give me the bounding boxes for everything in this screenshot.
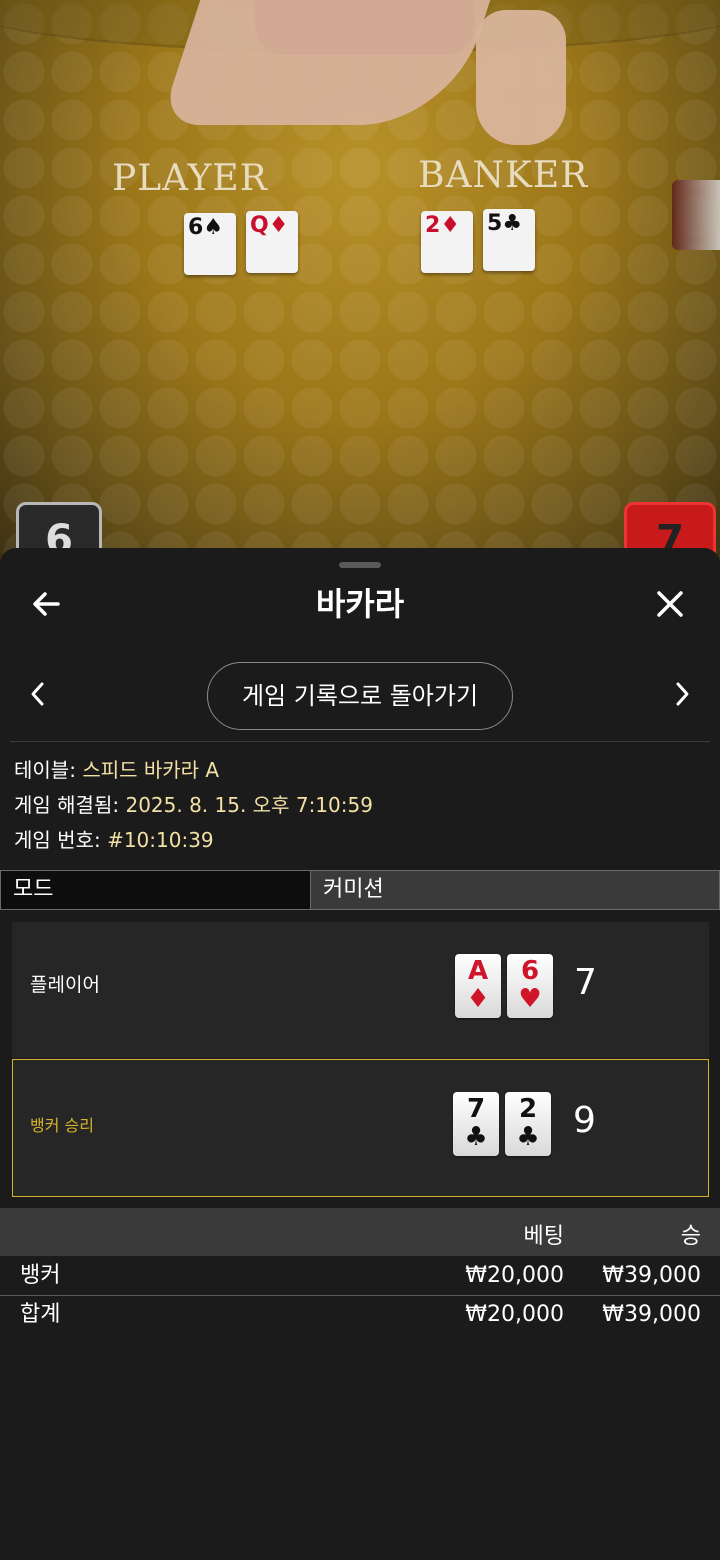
- bet-row-bet: ₩20,000: [465, 1263, 564, 1288]
- player-result-card-2: 6 ♥: [507, 954, 553, 1018]
- card-shoe: [672, 180, 720, 250]
- resolved-info-value: 2025. 8. 15. 오후 7:10:59: [125, 793, 373, 817]
- banker-result-score: 9: [573, 1100, 596, 1141]
- resolved-info-label: 게임 해결됨:: [14, 793, 120, 817]
- total-row: 합계 ₩20,000 ₩39,000: [0, 1296, 720, 1334]
- banker-result-card-1: 7 ♣: [453, 1092, 499, 1156]
- table-info: 테이블: 스피드 바카라 A: [14, 755, 219, 785]
- bet-row-label: 뱅커: [20, 1263, 61, 1288]
- table-banker-label: BANKER: [418, 155, 589, 196]
- banker-result-label: 뱅커 승리: [30, 1116, 94, 1135]
- close-icon[interactable]: [650, 584, 690, 624]
- game-number-label: 게임 번호:: [14, 828, 101, 852]
- bets-table-header: 베팅 승: [0, 1208, 720, 1256]
- total-win: ₩39,000: [602, 1302, 701, 1327]
- table-info-value: 스피드 바카라 A: [82, 758, 220, 782]
- game-number-value: #10:10:39: [107, 828, 214, 852]
- table-row: 뱅커 ₩20,000 ₩39,000: [0, 1257, 720, 1296]
- table-player-label: PLAYER: [112, 158, 268, 199]
- resolved-info: 게임 해결됨: 2025. 8. 15. 오후 7:10:59: [14, 790, 373, 820]
- live-video-background: PLAYER BANKER 6♠ Q♦ 2♦ 5♣: [0, 0, 720, 560]
- bet-row-win: ₩39,000: [602, 1263, 701, 1288]
- player-result-card-1: A ♦: [455, 954, 501, 1018]
- game-number-info: 게임 번호: #10:10:39: [14, 825, 214, 855]
- tab-mode[interactable]: 모드: [0, 870, 311, 910]
- win-column-header: 승: [680, 1224, 701, 1249]
- banker-result-row: 뱅커 승리 7 ♣ 2 ♣ 9: [12, 1059, 709, 1197]
- chevron-left-icon[interactable]: [28, 678, 48, 716]
- table-player-card-1: 6♠: [184, 213, 236, 275]
- table-player-card-2: Q♦: [246, 211, 298, 273]
- player-result-label: 플레이어: [30, 974, 100, 996]
- table-info-label: 테이블:: [14, 758, 76, 782]
- total-label: 합계: [20, 1302, 61, 1327]
- drag-handle[interactable]: [339, 562, 381, 568]
- return-to-history-button[interactable]: 게임 기록으로 돌아가기: [207, 662, 513, 730]
- banker-result-card-2: 2 ♣: [505, 1092, 551, 1156]
- chevron-right-icon[interactable]: [672, 678, 692, 716]
- game-history-sheet: 바카라 게임 기록으로 돌아가기 테이블: 스피드 바카라 A 게임 해결됨: …: [0, 548, 720, 1560]
- mode-tabs: 모드 커미션: [0, 870, 720, 910]
- table-banker-card-1: 2♦: [421, 211, 473, 273]
- total-bet: ₩20,000: [465, 1302, 564, 1327]
- table-banker-card-2: 5♣: [483, 209, 535, 271]
- bet-column-header: 베팅: [523, 1224, 564, 1249]
- divider: [10, 741, 710, 742]
- player-result-score: 7: [574, 962, 597, 1003]
- dealer-right-hand: [476, 10, 566, 145]
- page-title: 바카라: [315, 585, 405, 623]
- tab-commission[interactable]: 커미션: [311, 870, 720, 910]
- player-result-row: 플레이어 A ♦ 6 ♥ 7: [12, 922, 709, 1058]
